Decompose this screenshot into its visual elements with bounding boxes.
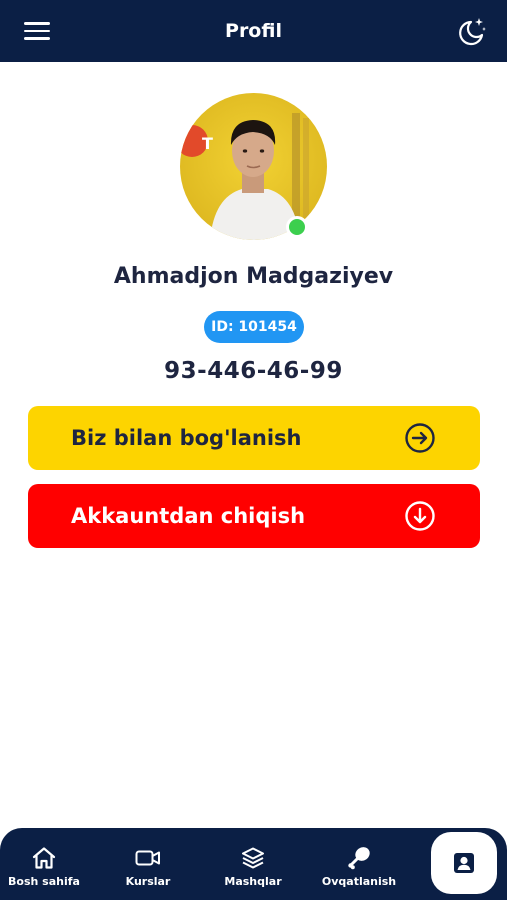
nav-item-exercises[interactable]: Mashqlar [203, 828, 303, 900]
nav-label-home: Bosh sahifa [8, 875, 80, 888]
phone-number: 93-446-46-99 [164, 358, 343, 384]
profile-card-icon [454, 853, 474, 873]
nav-label-courses: Kurslar [125, 875, 171, 888]
nav-label-nutrition: Ovqatlanish [321, 875, 397, 888]
home-icon [32, 847, 56, 869]
video-icon [135, 850, 160, 866]
avatar[interactable]: T [180, 93, 327, 240]
drumstick-icon [348, 847, 370, 870]
svg-text:T: T [202, 134, 213, 153]
hamburger-menu-icon[interactable] [22, 19, 52, 43]
arrow-right-circle-icon [405, 423, 435, 453]
logout-button[interactable]: Akkauntdan chiqish [28, 484, 480, 548]
logout-label: Akkauntdan chiqish [71, 504, 306, 528]
user-name: Ahmadjon Madgaziyev [113, 264, 394, 289]
arrow-down-circle-icon [405, 501, 435, 531]
contact-us-label: Biz bilan bog'lanish [71, 426, 302, 450]
nav-item-courses[interactable]: Kurslar [98, 828, 198, 900]
nav-item-home[interactable]: Bosh sahifa [0, 828, 94, 900]
nav-item-profile[interactable] [431, 832, 497, 894]
moon-stars-icon[interactable] [455, 16, 487, 48]
contact-us-button[interactable]: Biz bilan bog'lanish [28, 406, 480, 470]
user-id-badge: ID: 101454 [204, 311, 304, 343]
nav-item-nutrition[interactable]: Ovqatlanish [309, 828, 409, 900]
online-status-indicator [286, 216, 308, 238]
top-app-bar: Profil [0, 0, 507, 62]
layers-icon [242, 847, 264, 869]
nav-label-exercises: Mashqlar [224, 875, 282, 888]
page-title: Profil [225, 20, 282, 42]
avatar-container: T [180, 93, 327, 240]
profile-screen: Profil T Ahmadjon Madgaziyev ID: 101454 … [0, 0, 507, 900]
